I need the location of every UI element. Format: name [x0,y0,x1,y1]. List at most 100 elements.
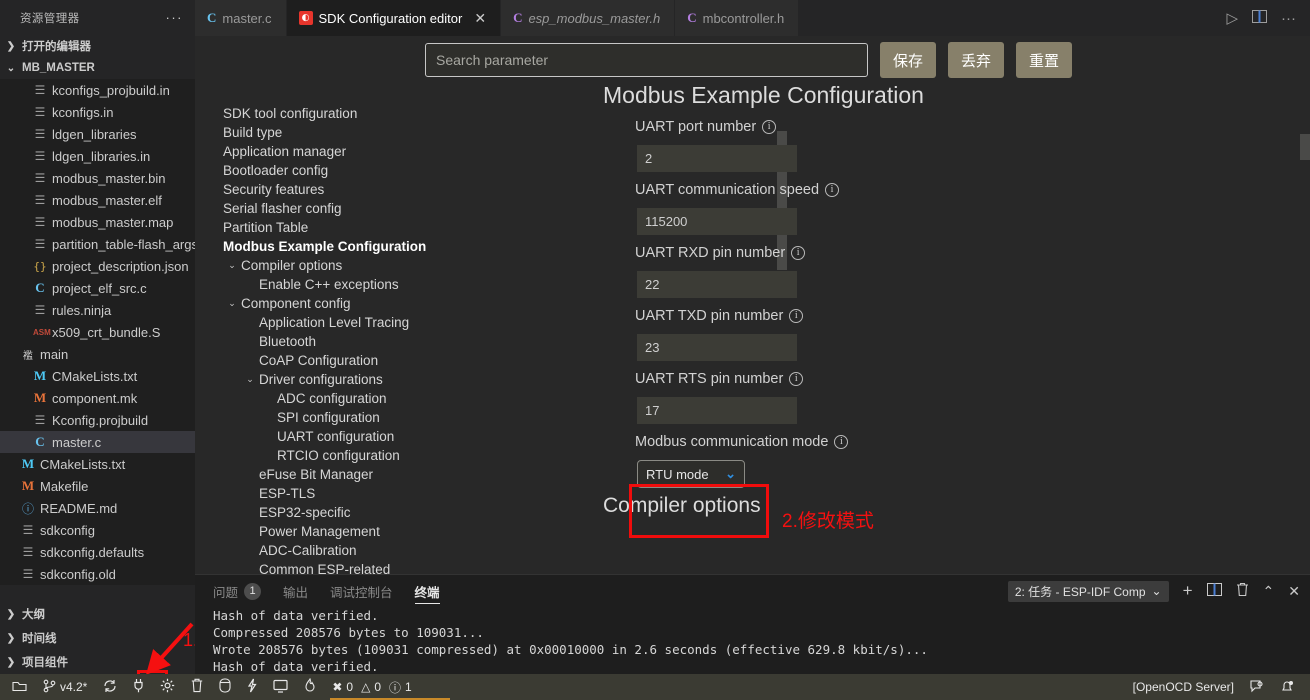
tab-mbcontroller-h[interactable]: C mbcontroller.h [675,0,800,36]
config-pane-scrollbar[interactable] [1300,134,1310,160]
twisty-icon[interactable]: ⌄ [241,374,259,385]
monitor-icon[interactable] [265,674,296,700]
uart-port-number-input[interactable] [637,145,797,172]
terminal-selector-dropdown[interactable]: 2: 任务 - ESP-IDF Comp ⌄ [1007,580,1169,602]
config-menu-item[interactable]: ⌄ Driver configurations [205,370,590,389]
config-menu-item[interactable]: Partition Table [205,218,590,237]
config-menu-item[interactable]: Application manager [205,142,590,161]
config-menu-item[interactable]: Modbus Example Configuration [205,237,590,256]
config-menu-item[interactable]: ADC-Calibration [205,541,590,560]
file-tree-item[interactable]: Mcomponent.mk [0,387,195,409]
maximize-panel-icon[interactable]: ⌃ [1263,583,1275,600]
file-tree-item[interactable]: M Makefile [0,475,195,497]
panel-tab[interactable]: 问题 1 [213,575,262,607]
flame-icon[interactable] [296,674,324,700]
section-mb-master[interactable]: ⌄ MB_MASTER [0,57,195,79]
terminal-output[interactable]: Hash of data verified. Compressed 208576 … [213,607,1310,674]
config-menu-item[interactable]: Common ESP-related [205,560,590,574]
serial-port-icon[interactable] [125,674,152,700]
file-tree-item[interactable]: Cproject_elf_src.c [0,277,195,299]
file-tree-item[interactable]: ☰ ldgen_libraries.in [0,145,195,167]
file-tree-item[interactable]: ☰ Kconfig.projbuild [0,409,195,431]
more-actions-icon[interactable]: ··· [1281,10,1296,27]
file-tree-item[interactable]: Cmaster.c [0,431,195,453]
info-icon[interactable]: i [834,435,849,449]
notifications-bell-icon[interactable] [1272,674,1302,700]
file-tree-item[interactable]: {} project_description.json [0,255,195,277]
file-tree-item[interactable]: ☰ modbus_master.bin [0,167,195,189]
config-menu-item[interactable]: SPI configuration [205,408,590,427]
panel-tab[interactable]: 输出 [283,575,308,607]
sync-icon[interactable] [95,674,125,700]
tab-esp-modbus-master-h[interactable]: C esp_modbus_master.h [501,0,676,36]
file-tree-item[interactable]: ☰ kconfigs_projbuild.in [0,79,195,101]
sdk-configuration-icon[interactable] [152,674,183,700]
explorer-more-icon[interactable]: ··· [166,10,184,25]
config-menu-item[interactable]: Bluetooth [205,332,590,351]
file-tree-item[interactable]: ☰ partition_table-flash_args [0,233,195,255]
close-panel-icon[interactable]: ✕ [1288,583,1300,600]
config-menu-item[interactable]: CoAP Configuration [205,351,590,370]
discard-button[interactable]: 丢弃 [948,42,1004,78]
file-tree-item[interactable]: ☰ sdkconfig [0,519,195,541]
file-tree-item[interactable]: ☰ modbus_master.elf [0,189,195,211]
split-editor-icon[interactable] [1252,9,1267,27]
file-tree-item[interactable]: ☰ kconfigs.in [0,101,195,123]
info-icon[interactable]: i [791,246,806,260]
uart-rts-pin-number-input[interactable] [637,397,797,424]
status-problems[interactable]: ✖ 0 △ 0 ⓘ 1 [324,674,419,700]
section-open-editors[interactable]: ❯ 打开的编辑器 [0,35,195,57]
config-menu-item[interactable]: ESP-TLS [205,484,590,503]
config-menu-item[interactable]: ⌄ Component config [205,294,590,313]
file-tree-item[interactable]: ☰ sdkconfig.old [0,563,195,585]
flash-icon[interactable] [239,674,265,700]
tab-sdk-configuration-editor[interactable]: ◐ SDK Configuration editor ✕ [286,0,502,36]
openocd-server-status[interactable]: [OpenOCD Server] [1125,674,1242,700]
uart-txd-pin-number-input[interactable] [637,334,797,361]
config-menu-item[interactable]: ADC configuration [205,389,590,408]
config-menu-item[interactable]: RTCIO configuration [205,446,590,465]
twisty-icon[interactable]: ⌄ [223,298,241,309]
config-menu-item[interactable]: ESP32-specific [205,503,590,522]
panel-tab[interactable]: 终端 [414,575,440,607]
file-tree-item[interactable]: ASM x509_crt_bundle.S [0,321,195,343]
build-icon[interactable] [211,674,239,700]
config-menu-item[interactable]: Security features [205,180,590,199]
file-tree-item[interactable]: M CMakeLists.txt [0,453,195,475]
config-menu-item[interactable]: Power Management [205,522,590,541]
uart-rxd-pin-number-input[interactable] [637,271,797,298]
search-input[interactable] [425,43,868,77]
remote-window-icon[interactable] [4,674,35,700]
config-menu-item[interactable]: SDK tool configuration [205,104,590,123]
git-branch-icon[interactable]: v4.2* [35,674,95,700]
config-menu-item[interactable]: Application Level Tracing [205,313,590,332]
full-clean-icon[interactable] [183,674,211,700]
config-menu-item[interactable]: Enable C++ exceptions [205,275,590,294]
info-icon[interactable]: i [789,372,804,386]
config-menu-item[interactable]: Bootloader config [205,161,590,180]
config-menu-item[interactable]: eFuse Bit Manager [205,465,590,484]
file-tree-item[interactable]: ☰ modbus_master.map [0,211,195,233]
file-tree-item[interactable]: ☰ sdkconfig.defaults [0,541,195,563]
file-tree-item[interactable]: 襤 main [0,343,195,365]
split-terminal-icon[interactable] [1206,583,1222,599]
info-icon[interactable]: i [762,120,777,134]
file-tree-item[interactable]: M CMakeLists.txt [0,365,195,387]
config-menu-item[interactable]: Serial flasher config [205,199,590,218]
config-menu-item[interactable]: Build type [205,123,590,142]
info-icon[interactable]: i [789,309,804,323]
info-icon[interactable]: i [825,183,840,197]
file-tree-item[interactable]: ☰ rules.ninja [0,299,195,321]
file-tree-item[interactable]: ☰ ldgen_libraries [0,123,195,145]
panel-tab[interactable]: 调试控制台 [330,575,393,607]
kill-terminal-icon[interactable] [1236,582,1249,600]
save-button[interactable]: 保存 [880,42,936,78]
feedback-icon[interactable] [1242,674,1272,700]
config-menu-item[interactable]: ⌄ Compiler options [205,256,590,275]
close-icon[interactable]: ✕ [474,11,486,25]
config-menu-item[interactable]: UART configuration [205,427,590,446]
run-icon[interactable]: ▷ [1226,9,1238,27]
new-terminal-icon[interactable]: + [1183,581,1193,601]
reset-button[interactable]: 重置 [1016,42,1072,78]
file-tree-item[interactable]: ⓘ README.md [0,497,195,519]
